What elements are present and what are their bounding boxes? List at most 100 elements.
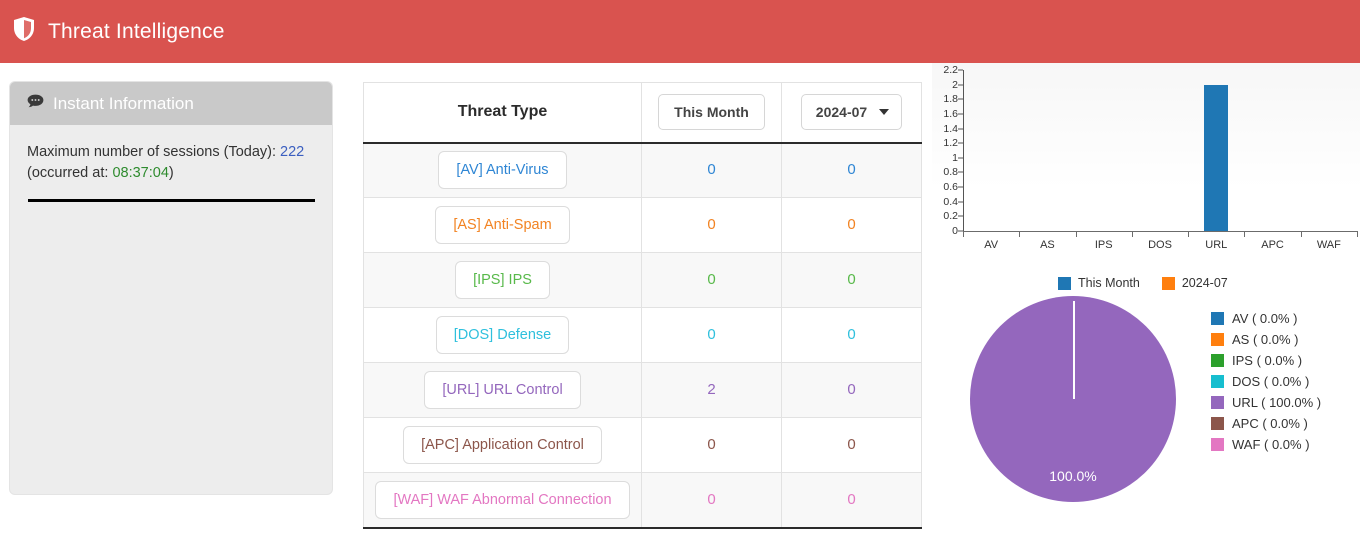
y-tick-label: 1.6 [943,107,958,120]
cell-threat-type: [IPS] IPS [363,252,642,308]
table-row: [APC] Application Control 0 0 [363,417,922,473]
threat-table: Threat Type This Month 2024-07 [AV] Anti… [363,82,922,529]
selected-month-count: 0 [847,381,856,398]
x-tick-label: WAF [1316,239,1341,251]
pie-chart-section: 100.0% AV ( 0.0% ) AS ( 0.0% ) IPS ( 0.0% … [932,296,1360,502]
x-tick-label: IPS [1094,239,1113,251]
threat-type-button[interactable]: [AS] Anti-Spam [435,206,570,244]
instant-information-header: Instant Information [10,82,332,125]
pie-legend-item[interactable]: IPS ( 0.0% ) [1211,353,1321,368]
cell-threat-type: [DOS] Defense [363,307,642,363]
cell-selected-month: 0 [781,252,922,308]
bar-chart-y-axis [963,70,964,231]
charts-container: 0 0.2 0.4 0.6 0.8 1 1.2 1.4 1.6 1.8 2 2.2 AV AS IPS DO… [932,63,1360,502]
x-tick-label: AV [984,239,999,251]
instant-information-body: Maximum number of sessions (Today): 222 … [10,125,332,202]
y-tick-mark [958,128,963,130]
table-row: [DOS] Defense 0 0 [363,307,922,363]
legend-swatch [1058,276,1071,290]
occurred-at-label: (occurred at: [27,165,109,181]
y-tick-mark [958,201,963,203]
x-tick-label: URL [1205,239,1228,251]
y-tick-label: 1.8 [943,93,958,106]
threat-type-button[interactable]: [IPS] IPS [455,261,550,299]
x-tick-mark [1300,231,1302,237]
x-tick-mark [1019,231,1021,237]
y-tick-label: 0.4 [943,195,958,208]
app-header: Threat Intelligence [0,0,1360,63]
chevron-down-icon [879,109,890,116]
cell-this-month: 0 [641,417,782,473]
pie-legend-item[interactable]: AS ( 0.0% ) [1211,332,1321,347]
pie-legend-item[interactable]: DOS ( 0.0% ) [1211,374,1321,389]
cell-threat-type: [URL] URL Control [363,362,642,418]
this-month-count: 0 [707,326,716,343]
pie-legend-swatch [1211,438,1224,451]
bar-chart-legend: This Month 2024-07 [932,276,1360,290]
max-sessions-value: 222 [280,144,305,160]
this-month-count: 0 [707,436,716,453]
y-tick-mark [958,142,963,144]
x-tick-mark [1357,231,1358,237]
pie-legend-swatch [1211,354,1224,367]
threat-type-button[interactable]: [URL] URL Control [424,371,581,409]
occurred-at-line: (occurred at: 08:37:04) [27,163,316,184]
month-select[interactable]: 2024-07 [800,94,903,131]
pie-chart-legend: AV ( 0.0% ) AS ( 0.0% ) IPS ( 0.0% ) DOS ( … [1211,311,1321,452]
x-tick-mark [1075,231,1077,237]
pie-legend-label: DOS ( 0.0% ) [1232,374,1310,389]
cell-this-month: 0 [641,307,782,363]
this-month-count: 2 [707,381,716,398]
y-tick-mark [958,186,963,188]
x-tick-mark [963,231,964,237]
y-tick-mark [958,171,963,173]
pie-legend-item[interactable]: URL ( 100.0% ) [1211,395,1321,410]
table-row: [AS] Anti-Spam 0 0 [363,197,922,253]
threat-type-button[interactable]: [AV] Anti-Virus [438,151,567,190]
bar-chart-x-axis [963,231,1357,232]
selected-month-count: 0 [847,271,856,288]
cell-selected-month: 0 [781,472,922,529]
pie-legend-label: URL ( 100.0% ) [1232,395,1322,410]
month-select-value: 2024-07 [815,104,868,121]
this-month-count: 0 [707,271,716,288]
occurred-at-suffix: ) [168,165,174,181]
threat-table-body: [AV] Anti-Virus 0 0 [AS] Anti-Spam 0 0 [IPS] I… [363,142,922,529]
selected-month-count: 0 [847,436,856,453]
pie-legend-item[interactable]: AV ( 0.0% ) [1211,311,1321,326]
y-tick-label: 0.8 [943,166,958,179]
selected-month-count: 0 [847,326,856,343]
cell-this-month: 2 [641,362,782,418]
shield-icon [12,16,36,47]
cell-selected-month: 0 [781,417,922,473]
page-title: Threat Intelligence [48,19,225,43]
bar-url-this-month [1203,84,1228,231]
pie-slice-label: 100.0% [1049,468,1097,484]
x-tick-label: APC [1261,239,1284,251]
threat-type-button[interactable]: [APC] Application Control [403,426,602,464]
x-tick-mark [1188,231,1190,237]
bar-chart: 0 0.2 0.4 0.6 0.8 1 1.2 1.4 1.6 1.8 2 2.2 AV AS IPS DO… [932,63,1360,273]
pie-legend-item[interactable]: WAF ( 0.0% ) [1211,437,1321,452]
this-month-count: 0 [707,490,716,508]
pie-legend-item[interactable]: APC ( 0.0% ) [1211,416,1321,431]
legend-item[interactable]: 2024-07 [1161,276,1228,290]
legend-item[interactable]: This Month [1058,276,1140,290]
threat-type-label: Threat Type [457,103,548,121]
cell-selected-month: 0 [781,307,922,363]
threat-type-button[interactable]: [WAF] WAF Abnormal Connection [375,480,630,519]
table-row: [IPS] IPS 0 0 [363,252,922,308]
y-tick-label: 1.2 [943,137,958,150]
this-month-button[interactable]: This Month [658,94,765,131]
table-row: [AV] Anti-Virus 0 0 [363,142,922,198]
x-tick-label: AS [1040,239,1055,251]
pie-slice-divider [1073,301,1075,399]
pie-legend-label: AS ( 0.0% ) [1232,332,1299,347]
y-tick-label: 2.2 [943,64,958,76]
table-row: [WAF] WAF Abnormal Connection 0 0 [363,472,922,529]
this-month-count: 0 [707,216,716,233]
threat-type-button[interactable]: [DOS] Defense [435,316,570,354]
pie-legend-swatch [1211,417,1224,430]
cell-selected-month: 0 [781,142,922,198]
cell-threat-type: [WAF] WAF Abnormal Connection [363,472,642,529]
